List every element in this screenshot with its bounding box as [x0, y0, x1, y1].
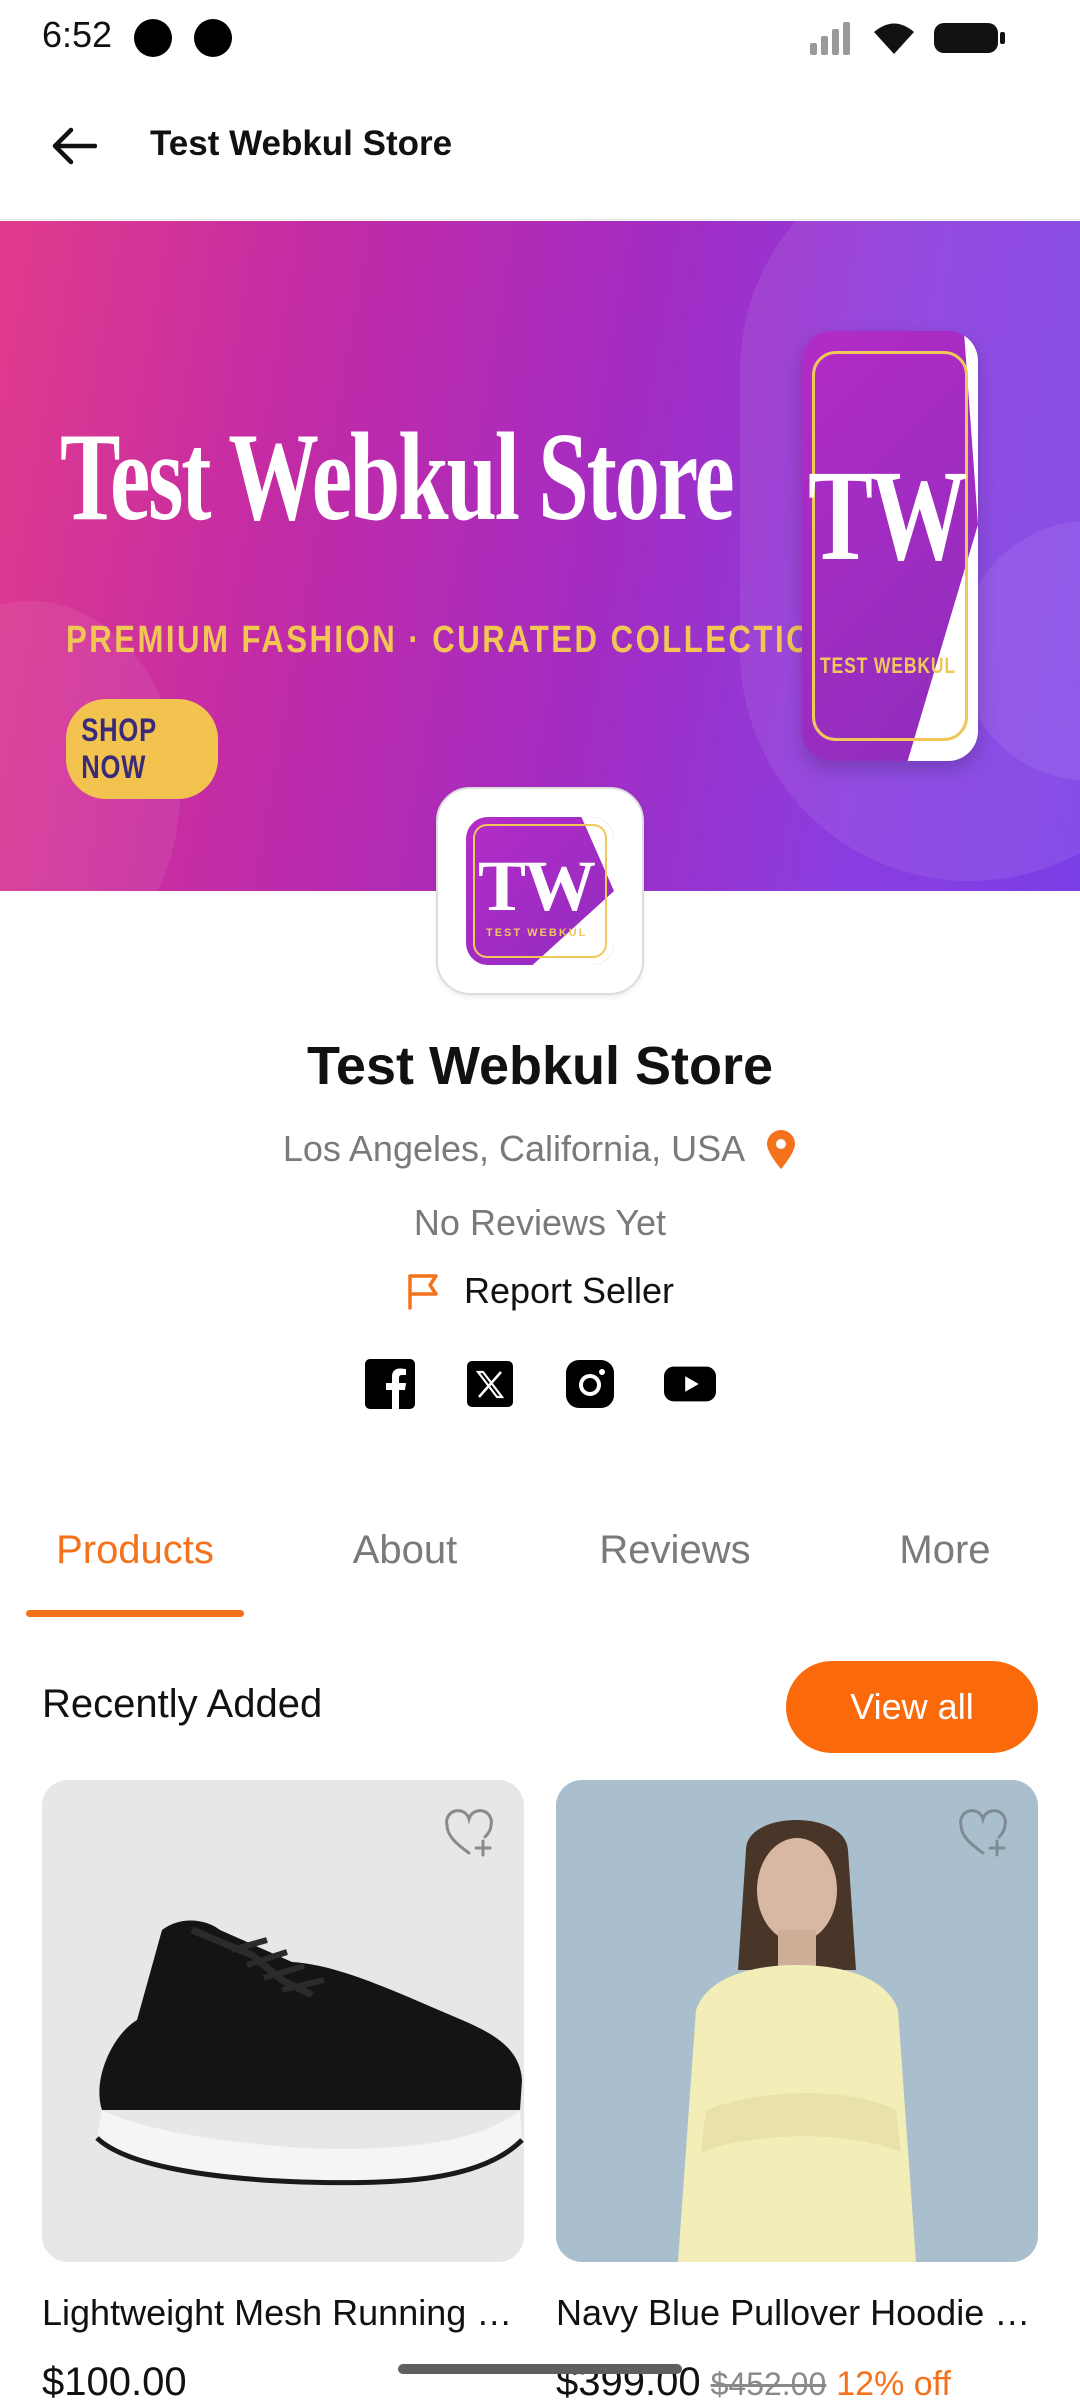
social-links [0, 1358, 1080, 1410]
tab-about[interactable]: About [270, 1480, 540, 1620]
product-price: $100.00 [42, 2360, 187, 2400]
banner-shop-now-label: SHOP NOW [81, 712, 157, 785]
product-image[interactable] [42, 1780, 524, 2262]
youtube-link[interactable] [664, 1358, 716, 1410]
active-tab-indicator [26, 1610, 244, 1617]
instagram-icon [566, 1360, 614, 1408]
heart-plus-icon [959, 1809, 1007, 1857]
report-seller-button[interactable]: Report Seller [0, 1270, 1080, 1312]
heart-plus-icon [445, 1809, 493, 1857]
section-title: Recently Added [42, 1682, 323, 1726]
wishlist-button[interactable] [956, 1804, 1014, 1862]
x-link[interactable] [464, 1358, 516, 1410]
notification-dot-icon [194, 19, 232, 57]
product-original-price: $452.00 [710, 2366, 827, 2400]
tab-more[interactable]: More [810, 1480, 1080, 1620]
store-tabs: Products About Reviews More [0, 1480, 1080, 1620]
notification-dot-icon [134, 19, 172, 57]
view-all-button[interactable]: View all [786, 1661, 1038, 1753]
product-card[interactable]: Lightweight Mesh Running Sneakers $100.0… [42, 1780, 524, 2400]
store-logo-sub: TEST WEBKUL [486, 927, 588, 939]
product-name[interactable]: Navy Blue Pullover Hoodie for Men [556, 2292, 1038, 2334]
home-indicator[interactable] [398, 2364, 682, 2374]
tab-reviews[interactable]: Reviews [540, 1480, 810, 1620]
banner-logo-sub: TEST WEBKUL [820, 653, 956, 678]
reviews-status: No Reviews Yet [413, 1202, 667, 1243]
store-location[interactable]: Los Angeles, California, USA [0, 1128, 1080, 1170]
banner-shop-now-button[interactable]: SHOP NOW [66, 699, 218, 799]
store-name: Test Webkul Store [306, 1036, 774, 1096]
wishlist-button[interactable] [442, 1804, 500, 1862]
back-button[interactable] [40, 112, 108, 180]
banner-logo: TW TEST WEBKUL [802, 331, 978, 761]
page-title: Test Webkul Store [150, 124, 453, 163]
location-pin-icon [767, 1130, 796, 1169]
banner-tagline: PREMIUM FASHION · CURATED COLLECTIONS [66, 619, 862, 661]
product-image[interactable] [556, 1780, 1038, 2262]
status-icons [808, 18, 1006, 58]
instagram-link[interactable] [564, 1358, 616, 1410]
product-discount-badge: 12% off [836, 2365, 951, 2400]
signal-icon [810, 22, 850, 55]
wifi-icon [874, 23, 914, 54]
tab-products[interactable]: Products [0, 1480, 270, 1620]
youtube-icon [664, 1366, 716, 1402]
status-time: 6:52 [42, 14, 113, 55]
arrow-left-icon [52, 127, 97, 165]
banner-logo-text: TW [808, 444, 968, 588]
product-name[interactable]: Lightweight Mesh Running Sneakers [42, 2292, 524, 2334]
x-icon [467, 1361, 513, 1407]
report-seller-label: Report Seller [463, 1270, 675, 1311]
product-card[interactable]: Navy Blue Pullover Hoodie for Men $399.0… [556, 1780, 1038, 2400]
app-bar: Test Webkul Store [0, 72, 1080, 220]
store-location-text: Los Angeles, California, USA [282, 1128, 746, 1169]
store-logo-text: TW [478, 846, 596, 926]
facebook-link[interactable] [364, 1358, 416, 1410]
store-logo: TW TEST WEBKUL [436, 787, 644, 995]
banner-title: Test Webkul Store [60, 408, 735, 547]
facebook-icon [365, 1359, 415, 1409]
flag-icon [408, 1274, 438, 1310]
status-bar: 6:52 [0, 0, 1080, 72]
battery-icon [934, 23, 1005, 53]
